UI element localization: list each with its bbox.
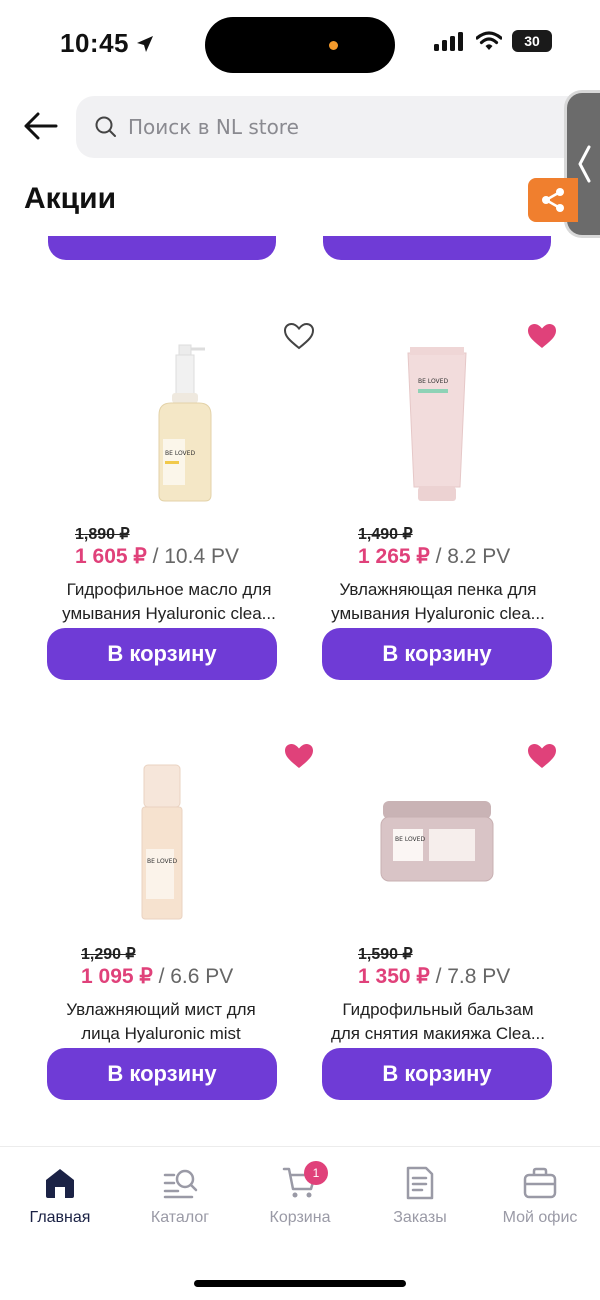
mist-bottle-image: BE LOVED	[141, 764, 183, 920]
pv-value: / 6.6 PV	[152, 965, 234, 988]
partial-cart-button[interactable]	[48, 236, 276, 260]
search-input[interactable]	[128, 115, 528, 139]
old-price: 1,490 ₽	[358, 526, 413, 543]
product-name[interactable]: Увлажняющая пенка для умывания Hyaluroni…	[300, 578, 576, 626]
product-name[interactable]: Гидрофильный бальзам для снятия макияжа …	[300, 998, 576, 1046]
back-arrow-icon	[24, 112, 58, 140]
nav-item-home[interactable]: Главная	[0, 1165, 120, 1227]
product-card[interactable]: BE LOVED 1,490 ₽ 1 265 ₽ / 8.2 PV Увлажн…	[322, 318, 598, 718]
product-name[interactable]: Увлажняющий мист для лица Hyaluronic mis…	[23, 998, 299, 1046]
pv-value: / 8.2 PV	[429, 545, 511, 568]
price-line: 1 350 ₽ / 7.8 PV	[358, 964, 510, 989]
nav-item-cart[interactable]: 1 Корзина	[240, 1161, 360, 1227]
catalog-search-icon	[163, 1169, 198, 1199]
status-time-text: 10:45	[60, 28, 129, 58]
nav-label: Главная	[29, 1209, 91, 1226]
cart-count-badge: 1	[304, 1161, 328, 1185]
island-indicator-dot	[329, 41, 338, 50]
search-bar[interactable]	[76, 96, 596, 158]
bottom-navigation: Главная Каталог 1 Корзина Заказы Мой офи…	[0, 1146, 600, 1300]
nav-item-orders[interactable]: Заказы	[360, 1165, 480, 1227]
svg-text:BE LOVED: BE LOVED	[418, 378, 448, 385]
balm-jar-image: BE LOVED	[380, 801, 494, 882]
pv-value: / 7.8 PV	[429, 965, 511, 988]
location-arrow-icon	[137, 35, 153, 52]
product-name-line: умывания Hyaluronic clea...	[331, 604, 545, 623]
add-to-cart-button[interactable]: В корзину	[322, 628, 552, 680]
old-price: 1,890 ₽	[75, 526, 130, 543]
heart-filled-icon	[285, 744, 313, 768]
product-image[interactable]: BE LOVED	[47, 748, 277, 938]
product-name-line: Гидрофильное масло для	[66, 580, 272, 599]
pv-value: / 10.4 PV	[146, 545, 239, 568]
nav-label: Каталог	[150, 1209, 210, 1226]
old-price: 1,290 ₽	[81, 946, 136, 963]
status-time: 10:45	[60, 28, 155, 59]
current-price: 1 095 ₽	[81, 965, 153, 988]
wifi-icon	[476, 31, 502, 50]
product-name-line: умывания Hyaluronic clea...	[62, 604, 276, 623]
nav-item-office[interactable]: Мой офис	[480, 1165, 600, 1227]
product-card[interactable]: BE LOVED 1,290 ₽ 1 095 ₽ / 6.6 PV Увлажн…	[47, 738, 323, 1138]
current-price: 1 605 ₽	[75, 545, 147, 568]
price-line: 1 265 ₽ / 8.2 PV	[358, 544, 510, 569]
add-to-cart-button[interactable]: В корзину	[322, 1048, 552, 1100]
back-button[interactable]	[18, 104, 62, 148]
product-name-line: Увлажняющий мист для	[66, 1000, 256, 1019]
briefcase-icon	[523, 1167, 557, 1199]
nav-label: Заказы	[393, 1209, 447, 1226]
oil-bottle-image: BE LOVED	[158, 344, 212, 502]
product-image[interactable]: BE LOVED	[47, 328, 323, 518]
current-price: 1 265 ₽	[358, 545, 430, 568]
status-bar: 10:45 30	[0, 0, 600, 90]
home-icon	[46, 1169, 74, 1198]
status-icons: 30	[434, 30, 552, 52]
nav-item-catalog[interactable]: Каталог	[120, 1165, 240, 1227]
old-price: 1,590 ₽	[358, 946, 413, 963]
product-name-line: Гидрофильный бальзам	[342, 1000, 534, 1019]
foam-tube-image: BE LOVED	[407, 347, 467, 501]
nav-label: Корзина	[269, 1209, 331, 1226]
battery-level: 30	[524, 33, 540, 49]
product-card[interactable]: BE LOVED 1,590 ₽ 1 350 ₽ / 7.8 PV Гидроф…	[322, 738, 598, 1138]
product-name-line: лица Hyaluronic mist	[81, 1024, 241, 1043]
search-icon	[95, 116, 116, 137]
price-line: 1 605 ₽ / 10.4 PV	[75, 544, 239, 569]
svg-text:BE LOVED: BE LOVED	[147, 858, 177, 865]
orders-icon	[406, 1166, 434, 1200]
page-title: Акции	[24, 182, 117, 215]
product-image[interactable]: BE LOVED	[322, 748, 552, 938]
partial-cart-button[interactable]	[323, 236, 551, 260]
add-to-cart-button[interactable]: В корзину	[47, 628, 277, 680]
favorite-button[interactable]	[279, 738, 319, 774]
product-name-line: Увлажняющая пенка для	[339, 580, 537, 599]
dynamic-island	[205, 17, 395, 73]
chevron-left-icon	[578, 145, 590, 183]
current-price: 1 350 ₽	[358, 965, 430, 988]
home-indicator[interactable]	[194, 1280, 406, 1287]
share-icon	[542, 188, 564, 212]
share-button[interactable]	[528, 178, 578, 222]
price-line: 1 095 ₽ / 6.6 PV	[81, 964, 233, 989]
svg-text:BE LOVED: BE LOVED	[165, 450, 195, 457]
nav-label: Мой офис	[502, 1209, 578, 1226]
product-name[interactable]: Гидрофильное масло для умывания Hyaluron…	[31, 578, 307, 626]
product-name-line: для снятия макияжа Clea...	[330, 1024, 546, 1043]
cellular-signal-icon	[434, 32, 463, 51]
add-to-cart-button[interactable]: В корзину	[47, 1048, 277, 1100]
product-card[interactable]: BE LOVED 1,890 ₽ 1 605 ₽ / 10.4 PV Гидро…	[47, 318, 323, 718]
battery-indicator: 30	[512, 30, 552, 52]
product-image[interactable]: BE LOVED	[322, 328, 552, 518]
svg-text:BE LOVED: BE LOVED	[395, 836, 425, 843]
